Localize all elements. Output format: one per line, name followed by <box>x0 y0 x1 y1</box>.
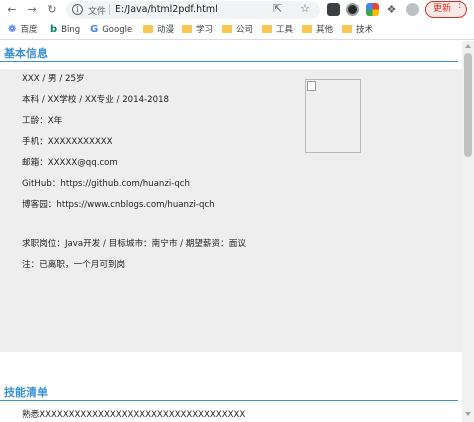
scheme-label: 文件 <box>88 7 107 17</box>
bookmark-label: 工具 <box>276 25 294 35</box>
back-icon[interactable]: ← <box>4 2 20 18</box>
bookmark-label: Bing <box>61 25 81 35</box>
email-line: 邮箱：XXXXX@qq.com <box>22 158 118 168</box>
google-icon: G <box>90 24 99 35</box>
bookmark-label: 其他 <box>316 25 334 35</box>
skill-item: 熟悉XXXXXXXXXXXXXXXXXXXXXXXXXXXXXXXXXXX <box>22 410 246 420</box>
bookmark-label: 公司 <box>236 25 254 35</box>
folder-icon <box>182 25 192 33</box>
blog-link[interactable]: 博客园：https://www.cnblogs.com/huanzi-qch <box>22 198 215 210</box>
broken-image-icon <box>307 81 316 91</box>
bookmark-folder-other[interactable]: 其他 <box>302 23 333 37</box>
bookmark-baidu[interactable]: ❁ 百度 <box>8 23 37 37</box>
update-label: 更新 <box>433 4 452 14</box>
bookmark-star-icon[interactable]: ☆ <box>300 2 310 15</box>
menu-kebab-icon[interactable]: ⋮ <box>455 0 464 10</box>
vertical-scrollbar[interactable] <box>462 41 474 422</box>
scroll-down-icon[interactable] <box>465 412 471 416</box>
folder-icon <box>302 25 312 33</box>
folder-icon <box>143 25 153 33</box>
omnibox-divider <box>109 4 110 15</box>
bookmark-folder-study[interactable]: 学习 <box>182 23 213 37</box>
url-text[interactable]: E:/Java/html2pdf.html <box>115 4 218 15</box>
paw-icon: ❁ <box>8 24 17 35</box>
education-line: 本科 / XX学校 / XX专业 / 2014-2018 <box>22 95 170 105</box>
page-viewport: 基本信息 XXX / 男 / 25岁 本科 / XX学校 / XX专业 / 20… <box>0 41 462 422</box>
availability-note: 注：已离职，一个月可到岗 <box>22 260 126 270</box>
reload-icon[interactable]: ↻ <box>44 2 60 18</box>
basic-info-title: 基本信息 <box>4 47 48 60</box>
bookmark-label: 动漫 <box>157 25 175 35</box>
work-years: 工龄：X年 <box>22 116 63 126</box>
extension-colorful-icon[interactable] <box>366 3 379 16</box>
folder-icon <box>342 25 352 33</box>
bookmark-folder-company[interactable]: 公司 <box>222 23 253 37</box>
bookmark-bing[interactable]: b Bing <box>50 23 80 37</box>
bookmark-google[interactable]: G Google <box>90 23 132 37</box>
folder-icon <box>222 25 232 33</box>
forward-icon[interactable]: → <box>24 2 40 18</box>
basic-info-panel <box>0 69 462 352</box>
bookmark-label: Google <box>102 25 133 35</box>
share-icon[interactable]: ⇱ <box>273 2 282 15</box>
bookmark-folder-tools[interactable]: 工具 <box>262 23 293 37</box>
name-gender-age: XXX / 男 / 25岁 <box>22 74 85 84</box>
job-intention: 求职岗位：Java开发 / 目标城市：南宁市 / 期望薪资：面议 <box>22 239 246 249</box>
github-link[interactable]: GitHub：https://github.com/huanzi-qch <box>22 177 190 189</box>
bookmarks-bar: ❁ 百度 b Bing G Google 动漫 学习 公司 工具 其他 技术 <box>0 20 474 40</box>
bookmark-folder-tech[interactable]: 技术 <box>342 23 373 37</box>
skills-title: 技能清单 <box>4 386 48 399</box>
profile-photo <box>305 79 361 153</box>
bookmark-label: 学习 <box>196 25 214 35</box>
section-divider <box>0 400 458 401</box>
extension-icon[interactable] <box>327 3 340 16</box>
profile-avatar-icon[interactable] <box>406 3 419 16</box>
folder-icon <box>262 25 272 33</box>
bookmark-label: 百度 <box>20 25 38 35</box>
bookmark-folder-anime[interactable]: 动漫 <box>143 23 174 37</box>
bing-icon: b <box>50 24 58 35</box>
scroll-up-icon[interactable] <box>465 44 471 48</box>
browser-toolbar: ← → ↻ i 文件 E:/Java/html2pdf.html ⇱ ☆ ❖ 更… <box>0 0 474 20</box>
phone-line: 手机：XXXXXXXXXXX <box>22 137 113 147</box>
extension-circle-icon[interactable] <box>346 3 359 16</box>
info-icon[interactable]: i <box>72 4 83 15</box>
extensions-puzzle-icon[interactable]: ❖ <box>385 3 398 16</box>
bookmark-label: 技术 <box>356 25 374 35</box>
section-divider <box>0 61 458 62</box>
scroll-thumb[interactable] <box>464 53 472 157</box>
